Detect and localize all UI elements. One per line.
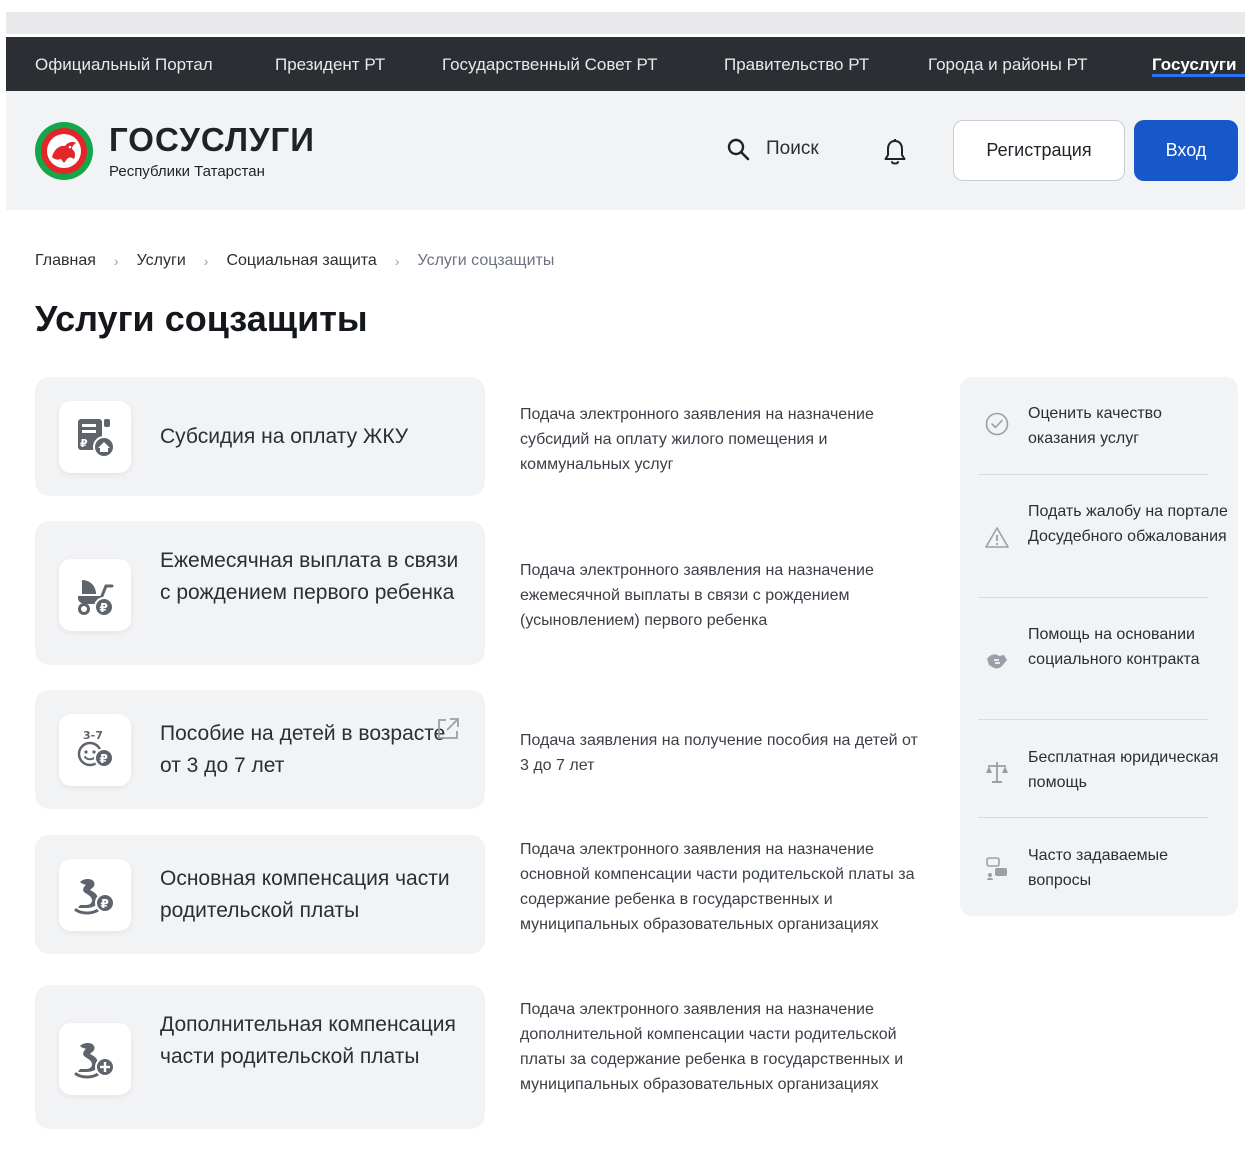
sidebar-item-label: Помощь на основании социального контракт…: [1028, 626, 1200, 668]
topnav-item-state-council[interactable]: Государственный Совет РТ: [442, 55, 658, 75]
sidebar-item-legal-aid[interactable]: Бесплатная юридическая помощь: [960, 745, 1238, 800]
service-icon-box: 3-7 ₽: [59, 714, 131, 786]
stroller-ruble-icon: ₽: [78, 580, 114, 617]
site-header: ГОСУСЛУГИ Республики Татарстан Поиск Рег…: [6, 91, 1245, 210]
service-card-main-compensation[interactable]: ₽ Основная компенсация части родительско…: [35, 835, 485, 954]
breadcrumb-services[interactable]: Услуги: [137, 252, 186, 270]
sidebar-item-faq[interactable]: Часто задаваемые вопросы: [960, 843, 1238, 898]
faq-icon: [986, 857, 1007, 880]
divider: [978, 719, 1208, 720]
topnav-item-government[interactable]: Правительство РТ: [724, 55, 869, 75]
service-card-first-child-payment[interactable]: ₽ Ежемесячная выплата в связи с рождение…: [35, 521, 485, 665]
search-icon: [727, 138, 750, 161]
breadcrumb-separator: ›: [394, 253, 400, 269]
logo-subtitle: Республики Татарстан: [109, 163, 265, 180]
service-card-additional-compensation[interactable]: Дополнительная компенсация части родител…: [35, 985, 485, 1129]
sidebar-links: Оценить качество оказания услуг Подать ж…: [960, 377, 1238, 916]
topnav-item-official-portal[interactable]: Официальный Портал: [35, 55, 213, 75]
page-title: Услуги соцзащиты: [35, 298, 368, 339]
svg-text:₽: ₽: [100, 601, 108, 615]
service-description: Подача электронного заявления на назначе…: [520, 1001, 904, 1093]
top-navigation: Официальный Портал Президент РТ Государс…: [6, 37, 1245, 91]
divider: [978, 474, 1208, 475]
register-button[interactable]: Регистрация: [953, 120, 1125, 181]
service-title: Дополнительная компенсация части родител…: [160, 1013, 456, 1068]
service-title: Пособие на детей в возрасте от 3 до 7 ле…: [160, 722, 446, 777]
toy-horse-ruble-icon: ₽: [74, 879, 115, 915]
search-label: Поиск: [766, 138, 819, 159]
breadcrumb-separator: ›: [113, 253, 119, 269]
service-description: Подача электронного заявления на назначе…: [520, 841, 915, 933]
login-button[interactable]: Вход: [1134, 120, 1238, 181]
handshake-icon: [987, 654, 1007, 669]
active-tab-indicator: [1152, 74, 1245, 77]
svg-text:₽: ₽: [100, 752, 108, 766]
scales-icon: [986, 762, 1008, 783]
service-icon-box: ₽: [59, 559, 131, 631]
sidebar-item-social-contract[interactable]: Помощь на основании социального контракт…: [960, 622, 1238, 702]
child-3-7-icon: 3-7 ₽: [77, 729, 114, 768]
topnav-item-cities[interactable]: Города и районы РТ: [928, 55, 1088, 75]
tatarstan-emblem-icon[interactable]: [34, 121, 94, 181]
sidebar-item-label: Часто задаваемые вопросы: [1028, 847, 1169, 889]
age-badge-text: 3-7: [83, 729, 103, 742]
search-button[interactable]: Поиск: [726, 137, 819, 161]
external-link-icon[interactable]: [435, 716, 461, 742]
breadcrumb-social-protection[interactable]: Социальная защита: [226, 252, 376, 270]
toy-horse-plus-icon: [74, 1043, 115, 1079]
warning-icon: [985, 527, 1009, 548]
service-icon-box: ₽: [59, 859, 131, 931]
sidebar-item-label: Бесплатная юридическая помощь: [1028, 749, 1219, 791]
breadcrumb-home[interactable]: Главная: [35, 252, 96, 270]
divider: [978, 597, 1208, 598]
browser-strip: [0, 0, 1245, 12]
breadcrumb-current: Услуги соцзащиты: [417, 252, 555, 269]
service-description: Подача электронного заявления на назначе…: [520, 406, 874, 473]
sidebar-item-rate-quality[interactable]: Оценить качество оказания услуг: [960, 401, 1238, 461]
logo-title[interactable]: ГОСУСЛУГИ: [109, 121, 315, 159]
service-card-child-3-7-allowance[interactable]: 3-7 ₽ Пособие на детей в возрасте от 3 д…: [35, 690, 485, 809]
service-title: Ежемесячная выплата в связи с рождением …: [160, 549, 459, 604]
topnav-item-gosuslugi[interactable]: Госуслуги: [1152, 55, 1236, 75]
utility-bill-icon: ₽: [78, 419, 115, 458]
browser-tab-bar: [6, 12, 1245, 34]
divider: [978, 817, 1208, 818]
check-circle-icon: [985, 412, 1009, 436]
breadcrumb: Главная › Услуги › Социальная защита › У…: [35, 252, 554, 270]
breadcrumb-separator: ›: [203, 253, 209, 269]
sidebar-item-label: Подать жалобу на портале Досудебного обж…: [1028, 503, 1228, 545]
service-card-housing-subsidy[interactable]: ₽ Субсидия на оплату ЖКУ: [35, 377, 485, 496]
service-title: Основная компенсация части родительской …: [160, 867, 450, 922]
service-icon-box: [59, 1023, 131, 1095]
sidebar-item-label: Оценить качество оказания услуг: [1028, 405, 1162, 447]
svg-text:₽: ₽: [101, 897, 109, 911]
svg-text:₽: ₽: [80, 437, 88, 450]
bell-icon[interactable]: [883, 138, 907, 166]
sidebar-item-complaint[interactable]: Подать жалобу на портале Досудебного обж…: [960, 499, 1238, 579]
topnav-item-president[interactable]: Президент РТ: [275, 55, 385, 75]
service-description: Подача электронного заявления на назначе…: [520, 562, 874, 629]
service-description: Подача заявления на получение пособия на…: [520, 732, 918, 774]
service-icon-box: ₽: [59, 401, 131, 473]
service-title: Субсидия на оплату ЖКУ: [160, 425, 409, 448]
